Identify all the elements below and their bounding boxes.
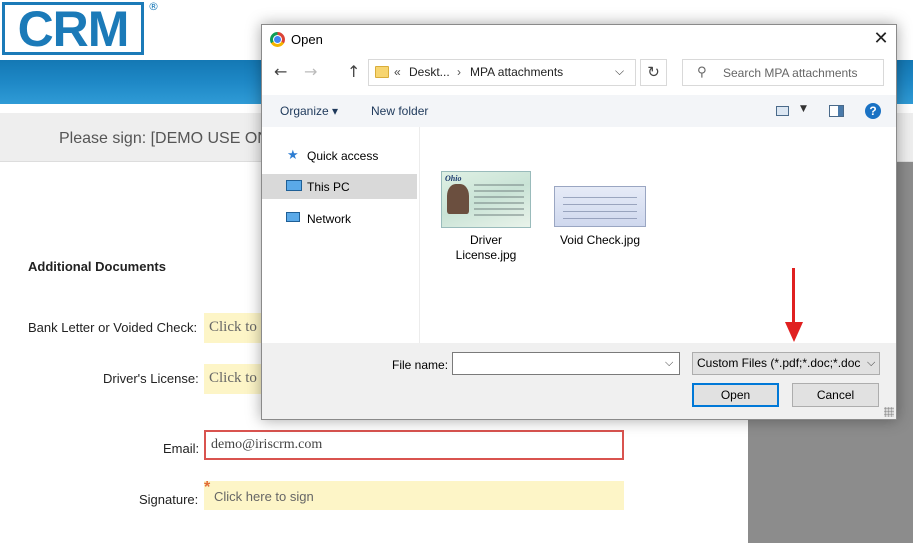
forward-arrow-icon[interactable]: → [304, 63, 317, 81]
chevron-down-icon[interactable]: ⌵ [865, 356, 876, 370]
address-overflow-icon[interactable]: « [394, 65, 401, 79]
open-file-dialog: Open ✕ ← → ↑ « Deskt... › MPA attachment… [261, 24, 897, 420]
sidebar-item-label: Quick access [307, 149, 379, 163]
file-name-line: Driver [470, 233, 502, 247]
license-photo [447, 184, 469, 214]
navigation-row: ← → ↑ « Deskt... › MPA attachments ⌵ ↻ ⚲… [262, 55, 896, 91]
signature-field[interactable]: Click here to sign [204, 481, 624, 510]
back-arrow-icon[interactable]: ← [274, 63, 287, 81]
dialog-title-bar[interactable]: Open ✕ [262, 25, 896, 53]
breadcrumb-desktop[interactable]: Deskt... [409, 65, 450, 79]
up-arrow-icon[interactable]: ↑ [347, 63, 360, 81]
computer-icon [286, 180, 302, 191]
search-placeholder: Search MPA attachments [723, 66, 858, 80]
cancel-button[interactable]: Cancel [792, 383, 879, 407]
crm-logo: CRM [2, 2, 144, 55]
document-title: Please sign: [DEMO USE ON [59, 130, 269, 147]
chevron-down-icon[interactable]: ⌵ [665, 356, 673, 370]
email-field[interactable]: demo@iriscrm.com [204, 430, 624, 460]
command-bar: Organize ▾ New folder ▼ ? [262, 95, 896, 127]
registered-mark: ® [148, 0, 159, 13]
email-label: Email: [163, 441, 200, 456]
search-input[interactable]: ⚲ Search MPA attachments [682, 59, 884, 86]
close-button[interactable]: ✕ [868, 27, 894, 51]
address-bar[interactable]: « Deskt... › MPA attachments ⌵ [368, 59, 636, 86]
breadcrumb-separator-icon: › [457, 65, 461, 79]
sidebar-item-label: This PC [307, 180, 350, 194]
bank-letter-upload-field[interactable]: Click to [204, 313, 264, 343]
drivers-license-upload-field[interactable]: Click to [204, 364, 264, 394]
file-type-value: Custom Files (*.pdf;*.doc;*.doc [697, 356, 861, 370]
file-name-driver-license[interactable]: Driver License.jpg [426, 233, 546, 263]
annotation-arrow-head [785, 322, 803, 342]
drivers-license-label: Driver's License: [103, 371, 199, 386]
file-name-line: License.jpg [455, 248, 517, 262]
sidebar-item-label: Network [307, 212, 352, 226]
dialog-title: Open [291, 32, 323, 47]
license-text-lines [474, 184, 524, 218]
breadcrumb-mpa-attachments[interactable]: MPA attachments [470, 65, 563, 79]
annotation-arrow-shaft [792, 268, 795, 326]
help-icon[interactable]: ? [865, 103, 881, 119]
folder-icon [375, 66, 389, 78]
check-text-lines [563, 197, 637, 221]
section-heading: Additional Documents [28, 259, 166, 274]
sidebar-item-network[interactable]: Network [262, 206, 417, 231]
sidebar-item-this-pc[interactable]: This PC [262, 174, 417, 199]
void-check-thumbnail[interactable] [554, 186, 646, 227]
chevron-down-icon[interactable]: ⌵ [615, 64, 624, 79]
network-icon [286, 212, 300, 222]
license-thumb-text: Ohio [445, 174, 462, 183]
file-name-label: File name: [392, 358, 449, 372]
star-icon: ★ [287, 148, 299, 163]
required-star: * [204, 479, 211, 496]
resize-grip-icon[interactable] [884, 407, 894, 417]
sidebar-item-quick-access[interactable]: ★ Quick access [262, 143, 417, 168]
file-name-input[interactable]: ⌵ [452, 352, 680, 375]
new-folder-button[interactable]: New folder [371, 104, 428, 118]
view-options-icon[interactable] [776, 106, 789, 116]
search-icon: ⚲ [697, 65, 707, 80]
bank-letter-label: Bank Letter or Voided Check: [28, 320, 198, 335]
file-type-select[interactable]: Custom Files (*.pdf;*.doc;*.doc ⌵ [692, 352, 880, 375]
file-name-area: File name: ⌵ Custom Files (*.pdf;*.doc;*… [262, 343, 896, 419]
file-name-void-check[interactable]: Void Check.jpg [545, 233, 655, 248]
refresh-icon[interactable]: ↻ [640, 59, 667, 86]
preview-pane-icon[interactable] [829, 105, 844, 117]
view-dropdown-icon[interactable]: ▼ [800, 104, 807, 114]
chrome-icon [270, 32, 285, 47]
navigation-pane: ★ Quick access This PC Network [262, 127, 420, 343]
logo-text: CRM [17, 0, 130, 57]
open-button[interactable]: Open [692, 383, 779, 407]
file-list: Ohio Driver License.jpg Void Check.jpg [420, 127, 896, 343]
driver-license-thumbnail[interactable]: Ohio [441, 171, 531, 228]
signature-label: Signature: [139, 492, 199, 507]
organize-button[interactable]: Organize ▾ [280, 104, 338, 118]
